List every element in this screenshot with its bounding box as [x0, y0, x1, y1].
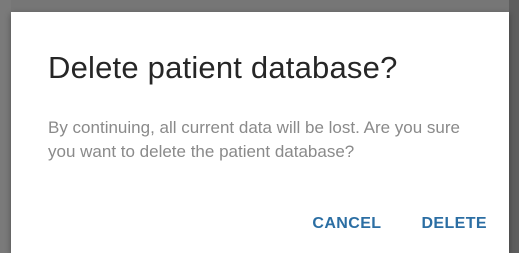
backdrop-top [0, 0, 519, 12]
delete-confirmation-dialog: Delete patient database? By continuing, … [11, 12, 509, 253]
delete-button[interactable]: DELETE [421, 213, 487, 235]
backdrop-right [509, 0, 519, 253]
backdrop-left [0, 0, 11, 253]
dialog-message: By continuing, all current data will be … [48, 118, 460, 161]
dialog-title: Delete patient database? [48, 50, 398, 85]
cancel-button[interactable]: CANCEL [312, 213, 381, 235]
dialog-actions: CANCEL DELETE [312, 213, 487, 235]
